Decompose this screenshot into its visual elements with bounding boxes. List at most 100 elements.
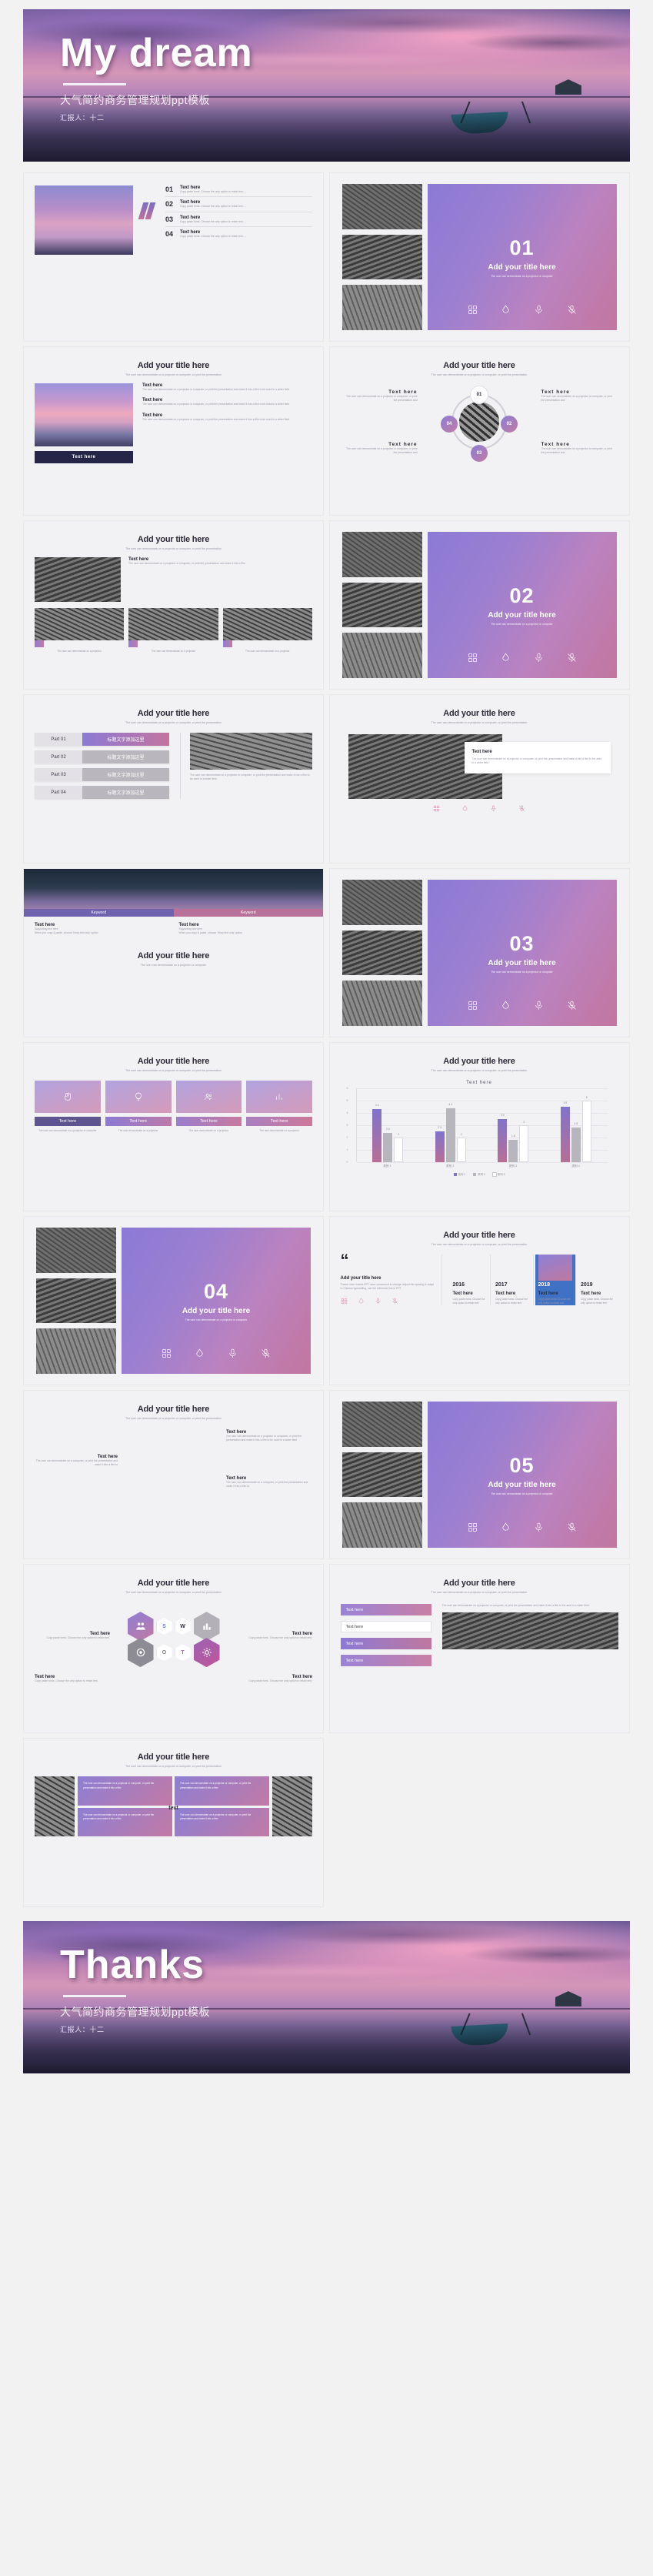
photo-card[interactable]: The user can demonstrate on a projector bbox=[222, 608, 312, 653]
swot-hex-cluster: S W O T bbox=[115, 1605, 232, 1668]
list-item[interactable]: 02 Text here Copy paste fonts. Choose th… bbox=[165, 200, 312, 212]
bar-item[interactable]: Text here bbox=[340, 1621, 431, 1633]
slide-bar-chart[interactable]: Add your title here The user can demonst… bbox=[328, 1042, 630, 1211]
slide-four-text-blocks[interactable]: Add your title here The user can demonst… bbox=[23, 1738, 324, 1907]
card-caption: The user demonstrate on a projector bbox=[118, 1129, 158, 1133]
chart-bar: 3.5 bbox=[498, 1114, 508, 1163]
icon-card[interactable]: Text here The user can demonstrate on a … bbox=[35, 1081, 101, 1133]
slide-numbered-list[interactable]: 01 Text here Copy paste fonts. Choose th… bbox=[23, 172, 324, 342]
swot-text-left-bottom: Text here Copy paste fonts. Choose the o… bbox=[35, 1675, 110, 1683]
hand-icon bbox=[65, 1092, 71, 1101]
bar-button-list: Text here Text here Text here Text here bbox=[340, 1604, 431, 1667]
photo-card[interactable]: The user can demonstrate on a projector bbox=[128, 608, 218, 653]
chart-legend-item: 系列 2 bbox=[473, 1172, 485, 1176]
slide-section-divider-05[interactable]: 05 Add your title here The user can demo… bbox=[328, 1390, 630, 1559]
icon-card[interactable]: Text here The user demonstrate on a proj… bbox=[175, 1081, 242, 1133]
tab-keyword-2[interactable]: Keyword bbox=[173, 909, 323, 917]
center-label: text bbox=[168, 1806, 178, 1812]
hex-opportunity[interactable] bbox=[127, 1638, 154, 1668]
chart-bar: 2 bbox=[456, 1133, 466, 1163]
slide-keyword-compare[interactable]: Keyword Keyword Text here Supporting tex… bbox=[23, 868, 324, 1037]
bar-item[interactable]: Text here bbox=[340, 1655, 431, 1667]
card-button[interactable]: Text here bbox=[105, 1117, 172, 1127]
thanks-slide[interactable]: Thanks 大气简约商务管理规划ppt模板 汇报人：十二 bbox=[23, 1921, 630, 2073]
part-row[interactable]: Part 01 标题文字添加这里 bbox=[35, 733, 169, 747]
cover-slide[interactable]: My dream 大气简约商务管理规划ppt模板 汇报人：十二 bbox=[23, 9, 630, 162]
divider-number: 05 bbox=[509, 1454, 535, 1477]
year-cap bbox=[495, 1255, 530, 1281]
slide-section-divider-03[interactable]: 03 Add your title here The user can demo… bbox=[328, 868, 630, 1037]
mosaic-grid bbox=[35, 1425, 312, 1428]
droplet-icon bbox=[358, 1298, 363, 1304]
item-body: Copy paste fonts. Choose the only option… bbox=[180, 219, 247, 223]
slide-photo-overlay-card[interactable]: Add your title here The user can demonst… bbox=[328, 694, 630, 864]
part-row[interactable]: Part 02 标题文字添加这里 bbox=[35, 750, 169, 764]
thanks-divider-rule bbox=[63, 1994, 126, 1997]
hex-threat[interactable] bbox=[193, 1638, 220, 1668]
cover-byline: 汇报人：十二 bbox=[60, 113, 105, 122]
slide-swot-hexagons[interactable]: Add your title here The user can demonst… bbox=[23, 1564, 324, 1733]
slide-section-divider-02[interactable]: 02 Add your title here The user can demo… bbox=[328, 520, 630, 690]
chart-bar-value: 2.5 bbox=[438, 1126, 442, 1130]
chart-bar-value: 2 bbox=[460, 1133, 462, 1137]
part-row[interactable]: Part 03 标题文字添加这里 bbox=[35, 768, 169, 782]
slide-photo-mosaic[interactable]: Add your title here The user can demonst… bbox=[23, 1390, 324, 1559]
year-column[interactable]: 2016 Text here Copy paste fonts. Choose … bbox=[450, 1255, 491, 1306]
bar-item[interactable]: Text here bbox=[340, 1604, 431, 1616]
block-body: The user can demonstrate on a projector … bbox=[142, 388, 290, 392]
icon-card[interactable]: Text here The user demonstrate on a proj… bbox=[105, 1081, 172, 1133]
card-button[interactable]: Text here bbox=[246, 1117, 312, 1127]
divider-title: Add your title here bbox=[182, 1307, 251, 1315]
slide-bars-and-photo[interactable]: Add your title here The user can demonst… bbox=[328, 1564, 630, 1733]
item-body: Copy paste fonts. Choose the only option… bbox=[180, 234, 247, 238]
chart-bar: 2.4 bbox=[383, 1128, 393, 1163]
step-text-top-left: Text here The user can demonstrate on a … bbox=[344, 389, 418, 403]
photo-hands bbox=[341, 1502, 422, 1549]
microphone-off-icon bbox=[567, 1522, 576, 1532]
slide-photo-text-list[interactable]: Add your title here The user can demonst… bbox=[23, 346, 324, 516]
bottom-subtitle: The user can demonstrate on a projector … bbox=[140, 963, 207, 967]
divider-title: Add your title here bbox=[488, 611, 556, 620]
slide-section-divider-01[interactable]: 01 Add your title here The user can demo… bbox=[328, 172, 630, 342]
icon-card[interactable]: Text here The user demonstrate on a proj… bbox=[246, 1081, 312, 1133]
chart-bar-value: 3 bbox=[523, 1121, 525, 1124]
hex-strength[interactable] bbox=[127, 1612, 154, 1642]
hex-letter-w: W bbox=[175, 1618, 191, 1635]
slide-parts-list[interactable]: Add your title here The user can demonst… bbox=[23, 694, 324, 864]
year-column-active[interactable]: 2018 Text here Copy paste fonts. Choose … bbox=[535, 1255, 576, 1306]
slide-section-divider-04[interactable]: 04 Add your title here The user can demo… bbox=[23, 1216, 324, 1385]
year-column[interactable]: 2017 Text here Copy paste fonts. Choose … bbox=[492, 1255, 534, 1306]
card-button[interactable]: Text here bbox=[175, 1117, 242, 1127]
bubble-01[interactable]: 01 bbox=[471, 386, 488, 404]
bar-item[interactable]: Text here bbox=[340, 1638, 431, 1650]
chart-bar-group: 3.5 1.8 3 bbox=[498, 1088, 529, 1163]
step-body: The user can demonstrate on a projector … bbox=[345, 395, 418, 403]
slide-quote-timeline[interactable]: Add your title here The user can demonst… bbox=[328, 1216, 630, 1385]
card-button[interactable]: Text here bbox=[35, 1117, 101, 1127]
hex-weakness[interactable] bbox=[193, 1612, 220, 1642]
photo-card[interactable]: The user can demonstrate on a projector bbox=[35, 608, 125, 653]
page-title: Add your title here bbox=[137, 1752, 210, 1762]
list-item[interactable]: 04 Text here Copy paste fonts. Choose th… bbox=[165, 230, 312, 241]
divider-title: Add your title here bbox=[488, 263, 556, 272]
part-row[interactable]: Part 04 标题文字添加这里 bbox=[35, 786, 169, 800]
slide-icon-cards[interactable]: Add your title here The user can demonst… bbox=[23, 1042, 324, 1211]
microphone-icon bbox=[535, 305, 542, 314]
slide-three-photo-cards[interactable]: Add your title here The user can demonst… bbox=[23, 520, 324, 690]
year-column[interactable]: 2019 Text here Copy paste fonts. Choose … bbox=[578, 1255, 618, 1305]
list-item[interactable]: 01 Text here Copy paste fonts. Choose th… bbox=[165, 185, 312, 198]
bubble-03[interactable]: 03 bbox=[471, 445, 488, 463]
block-body-2: When you copy & paste, choose 'Keep text… bbox=[35, 931, 98, 935]
tab-keyword-1[interactable]: Keyword bbox=[24, 909, 174, 917]
part-value: 标题文字添加这里 bbox=[82, 768, 169, 782]
bubble-02[interactable]: 02 bbox=[501, 416, 518, 433]
quote-heading: Add your title here bbox=[340, 1275, 381, 1281]
compare-block-left: Text here Supporting text here When you … bbox=[35, 923, 168, 936]
divider-icon-row bbox=[428, 1001, 617, 1011]
microphone-icon bbox=[375, 1298, 380, 1305]
chart-subtitle: The user can demonstrate on a projector … bbox=[431, 1069, 528, 1072]
slide-circular-steps[interactable]: Add your title here The user can demonst… bbox=[328, 346, 630, 516]
bubble-04[interactable]: 04 bbox=[441, 416, 458, 433]
list-item[interactable]: 03 Text here Copy paste fonts. Choose th… bbox=[165, 216, 312, 227]
chart-icon bbox=[276, 1094, 282, 1101]
